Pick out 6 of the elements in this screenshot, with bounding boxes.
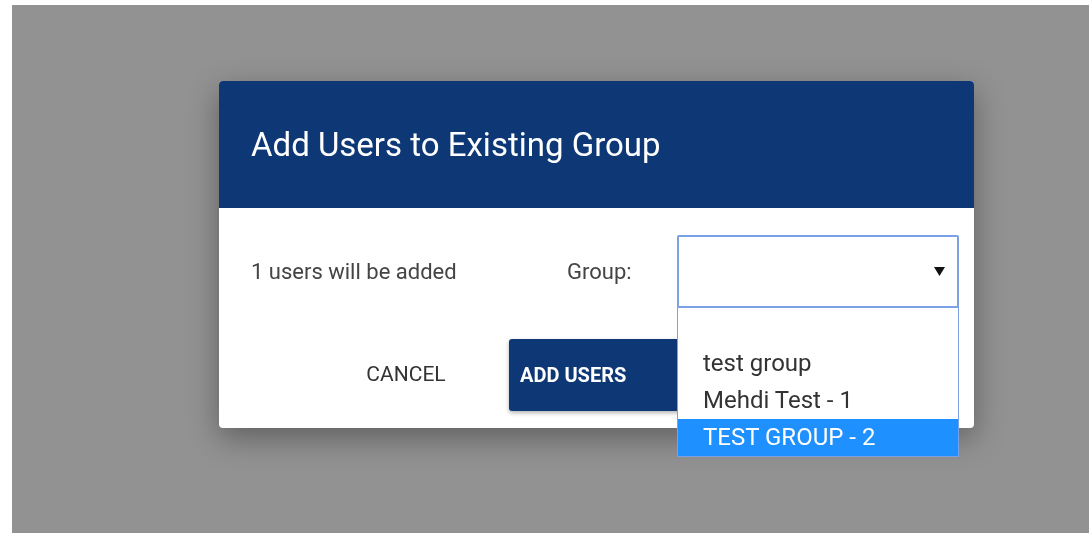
- message: 1 users will be added: [251, 258, 458, 286]
- group-label: Group:: [567, 258, 633, 286]
- group-select[interactable]: [677, 235, 959, 308]
- dialog-title: Add Users to Existing Group: [251, 123, 661, 166]
- caret-icon: [934, 267, 945, 276]
- cancel-button[interactable]: CANCEL: [326, 339, 486, 411]
